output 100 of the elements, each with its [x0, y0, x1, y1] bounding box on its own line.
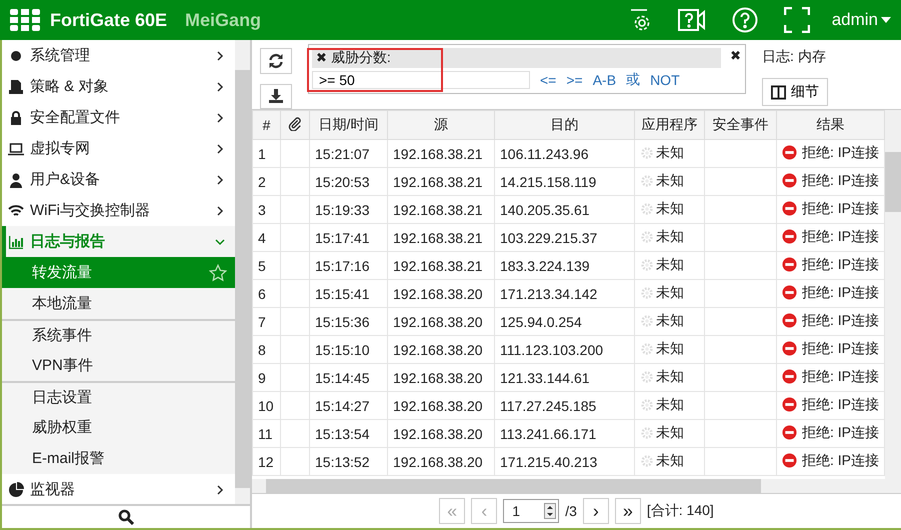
wifi-icon	[8, 202, 24, 218]
download-button[interactable]	[260, 84, 292, 109]
filter-field-label: 威胁分数:	[330, 49, 391, 67]
deny-icon	[782, 425, 797, 440]
operator-link[interactable]: A-B	[592, 72, 616, 88]
deny-icon	[782, 285, 797, 300]
star-icon[interactable]	[209, 264, 227, 282]
search-icon[interactable]	[118, 509, 134, 525]
next-page-button[interactable]: ›	[582, 498, 609, 524]
table-cell: 拒绝: IP连接	[802, 228, 880, 246]
sidebar-item[interactable]: 虚拟专网	[2, 133, 235, 164]
spinner-icon[interactable]	[544, 503, 556, 519]
table-cell: 192.168.38.20	[393, 314, 483, 330]
last-page-button[interactable]: »	[614, 498, 641, 524]
sidebar-subitem[interactable]: 威胁权重	[2, 412, 235, 443]
column-header[interactable]: #	[252, 110, 280, 140]
deny-icon	[782, 201, 797, 216]
caret-icon	[881, 17, 891, 23]
sidebar-subitem[interactable]: VPN事件	[2, 350, 235, 381]
chevron-icon	[215, 144, 225, 154]
table-cell: 未知	[656, 452, 684, 470]
column-header[interactable]: 源	[388, 110, 494, 140]
sidebar-item[interactable]: 策略 & 对象	[2, 71, 235, 102]
table-cell: 15:13:52	[315, 454, 370, 470]
help-icon[interactable]	[732, 7, 758, 33]
scrollbar[interactable]	[252, 479, 901, 493]
details-button[interactable]: 细节	[762, 78, 828, 106]
table-cell: 未知	[656, 340, 684, 358]
table-cell: 2	[258, 174, 266, 190]
product-name: FortiGate 60E	[50, 10, 168, 30]
table-cell: 192.168.38.20	[393, 370, 483, 386]
deny-icon	[782, 173, 797, 188]
close-icon[interactable]: ✖	[730, 48, 741, 64]
table-cell: 15:19:33	[315, 202, 370, 218]
operator-link[interactable]: >=	[566, 72, 583, 88]
table-cell: 192.168.38.20	[393, 342, 483, 358]
table-cell: 未知	[656, 172, 684, 190]
video-help-icon[interactable]	[678, 8, 706, 32]
download-icon	[268, 88, 284, 104]
table-cell: 192.168.38.21	[393, 258, 483, 274]
table-cell: 3	[258, 202, 266, 218]
sidebar-subitem[interactable]: 系统事件	[2, 319, 235, 350]
table-cell: 192.168.38.21	[393, 146, 483, 162]
filter-input[interactable]: >= 50	[312, 71, 530, 89]
table-cell: 121.33.144.61	[500, 370, 590, 386]
remove-filter-icon[interactable]: ✖	[316, 50, 327, 66]
table-cell: 4	[258, 230, 266, 246]
table-cell: 171.213.34.142	[500, 286, 598, 302]
chevron-icon	[215, 484, 225, 494]
table-cell: 9	[258, 370, 266, 386]
table-cell: 8	[258, 342, 266, 358]
table-cell: 15:14:45	[315, 370, 370, 386]
sidebar-item[interactable]: 日志与报告	[2, 226, 235, 257]
table-cell: 15:15:41	[315, 286, 370, 302]
table-cell: 6	[258, 286, 266, 302]
log-source-label: 日志: 内存	[762, 48, 826, 66]
operator-link[interactable]: <=	[540, 72, 556, 88]
scrollbar[interactable]	[885, 110, 901, 479]
deny-icon	[782, 369, 797, 384]
column-header[interactable]: 日期/时间	[310, 110, 388, 140]
table-cell: 192.168.38.20	[393, 426, 483, 442]
deny-icon	[782, 145, 797, 160]
table-cell: 15:14:27	[315, 398, 370, 414]
sidebar-item[interactable]: 安全配置文件	[2, 102, 235, 133]
fullscreen-icon[interactable]	[784, 7, 810, 33]
page-input[interactable]: 1	[503, 499, 560, 523]
table-cell: 拒绝: IP连接	[802, 312, 880, 330]
sidebar-item[interactable]: WiFi与交换控制器	[2, 195, 235, 226]
column-header[interactable]: 应用程序	[634, 110, 704, 140]
sidebar-subitem[interactable]: 本地流量	[2, 288, 235, 319]
operator-link[interactable]: NOT	[650, 72, 680, 88]
sidebar-subitem[interactable]: 日志设置	[2, 381, 235, 412]
refresh-button[interactable]	[260, 48, 292, 74]
sidebar-item[interactable]: 系统管理	[2, 40, 235, 71]
table-cell: 1	[258, 146, 266, 162]
sidebar-item[interactable]: 监视器	[2, 474, 235, 505]
operator-link[interactable]: 或	[626, 71, 640, 89]
sidebar-subitem[interactable]: 转发流量	[2, 257, 235, 288]
table-cell: 拒绝: IP连接	[802, 172, 880, 190]
table-cell: 拒绝: IP连接	[802, 256, 880, 274]
scrollbar[interactable]	[235, 40, 250, 504]
column-header[interactable]	[280, 110, 310, 140]
column-header[interactable]: 安全事件	[704, 110, 776, 140]
table-cell: 未知	[656, 200, 684, 218]
table-cell: 106.11.243.96	[500, 146, 588, 162]
total-count: [合计: 140]	[646, 502, 714, 520]
table-cell: 拒绝: IP连接	[802, 284, 880, 302]
table-cell: 15:15:10	[315, 342, 370, 358]
bar-chart-icon	[8, 234, 24, 250]
column-header[interactable]: 结果	[776, 110, 884, 140]
column-header[interactable]: 目的	[494, 110, 634, 140]
table-cell: 15:17:41	[315, 230, 370, 246]
sidebar-item[interactable]: 用户&设备	[2, 164, 235, 195]
table-cell: 113.241.66.171	[500, 426, 596, 442]
table-cell: 171.215.40.213	[500, 454, 598, 470]
sidebar-subitem[interactable]: E-mail报警	[2, 443, 235, 474]
user-menu[interactable]: admin	[832, 10, 891, 30]
deny-icon	[782, 313, 797, 328]
page-count: /3	[565, 503, 577, 519]
table-cell: 未知	[656, 396, 684, 414]
